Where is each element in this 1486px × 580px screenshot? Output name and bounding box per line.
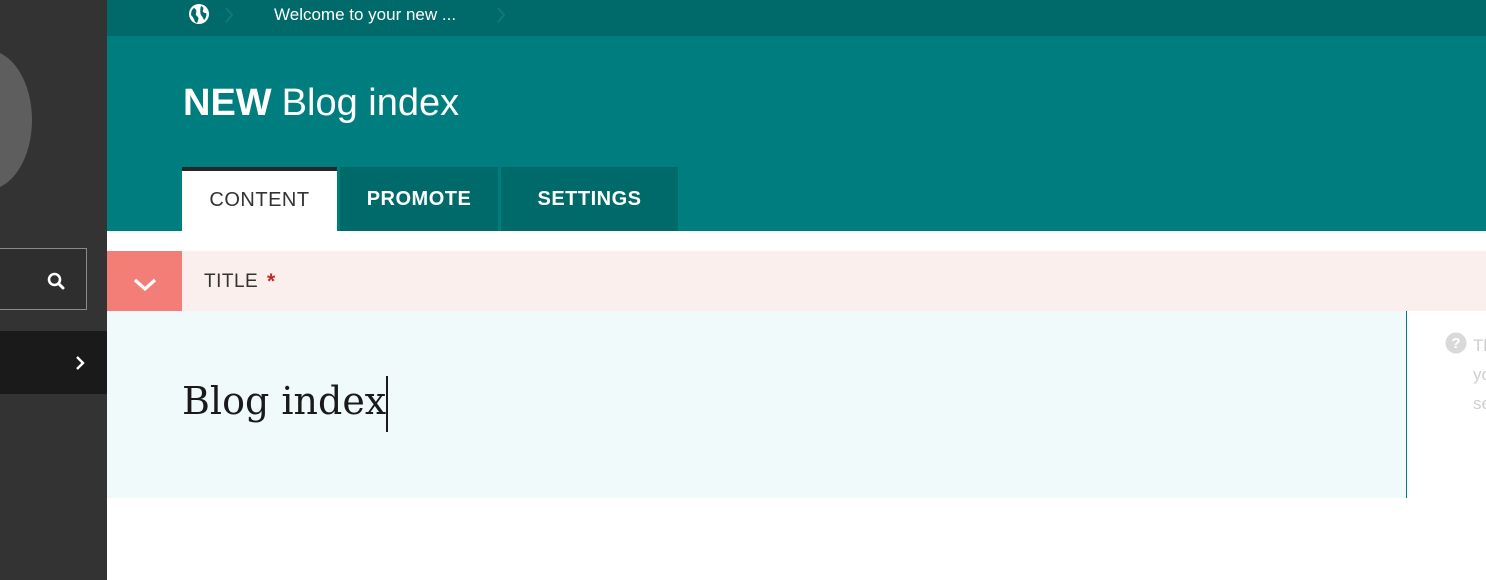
page-title: NEW Blog index xyxy=(183,82,459,125)
sidebar-menu-item[interactable] xyxy=(0,331,107,394)
page-status: NEW xyxy=(183,82,272,124)
page-header: NEW Blog index CONTENT PROMOTE SETTINGS xyxy=(107,36,1486,231)
help-text-content: Th yo se xyxy=(1473,336,1486,413)
globe-icon[interactable] xyxy=(188,3,210,25)
title-field-body: Blog index xyxy=(107,311,1407,498)
field-label: TITLE xyxy=(204,271,259,292)
tab-promote[interactable]: PROMOTE xyxy=(340,167,498,231)
sidebar xyxy=(0,0,107,580)
required-marker: * xyxy=(267,270,276,293)
breadcrumb-separator-icon xyxy=(497,7,506,23)
tab-settings[interactable]: SETTINGS xyxy=(501,167,678,231)
question-circle-icon: ? xyxy=(1445,332,1467,354)
avatar[interactable] xyxy=(0,50,32,190)
breadcrumb-item[interactable]: Welcome to your new ... xyxy=(274,5,456,25)
page-title-text: Blog index xyxy=(281,82,460,124)
search-icon xyxy=(47,272,65,290)
svg-text:?: ? xyxy=(1451,335,1460,352)
page-root: Welcome to your new ... NEW Blog index CO… xyxy=(0,0,1486,580)
tab-content[interactable]: CONTENT xyxy=(182,167,337,231)
title-field-header: TITLE * xyxy=(107,251,1486,311)
breadcrumb-separator-icon xyxy=(225,7,234,23)
chevron-right-icon xyxy=(76,356,85,370)
breadcrumb: Welcome to your new ... xyxy=(107,0,1486,36)
sidebar-search-button[interactable] xyxy=(0,248,87,310)
help-text: Th yo se xyxy=(1473,331,1486,418)
chevron-down-icon xyxy=(133,278,157,292)
collapse-toggle-button[interactable] xyxy=(107,251,182,311)
title-input[interactable]: Blog index xyxy=(182,379,386,423)
text-caret xyxy=(386,376,388,432)
